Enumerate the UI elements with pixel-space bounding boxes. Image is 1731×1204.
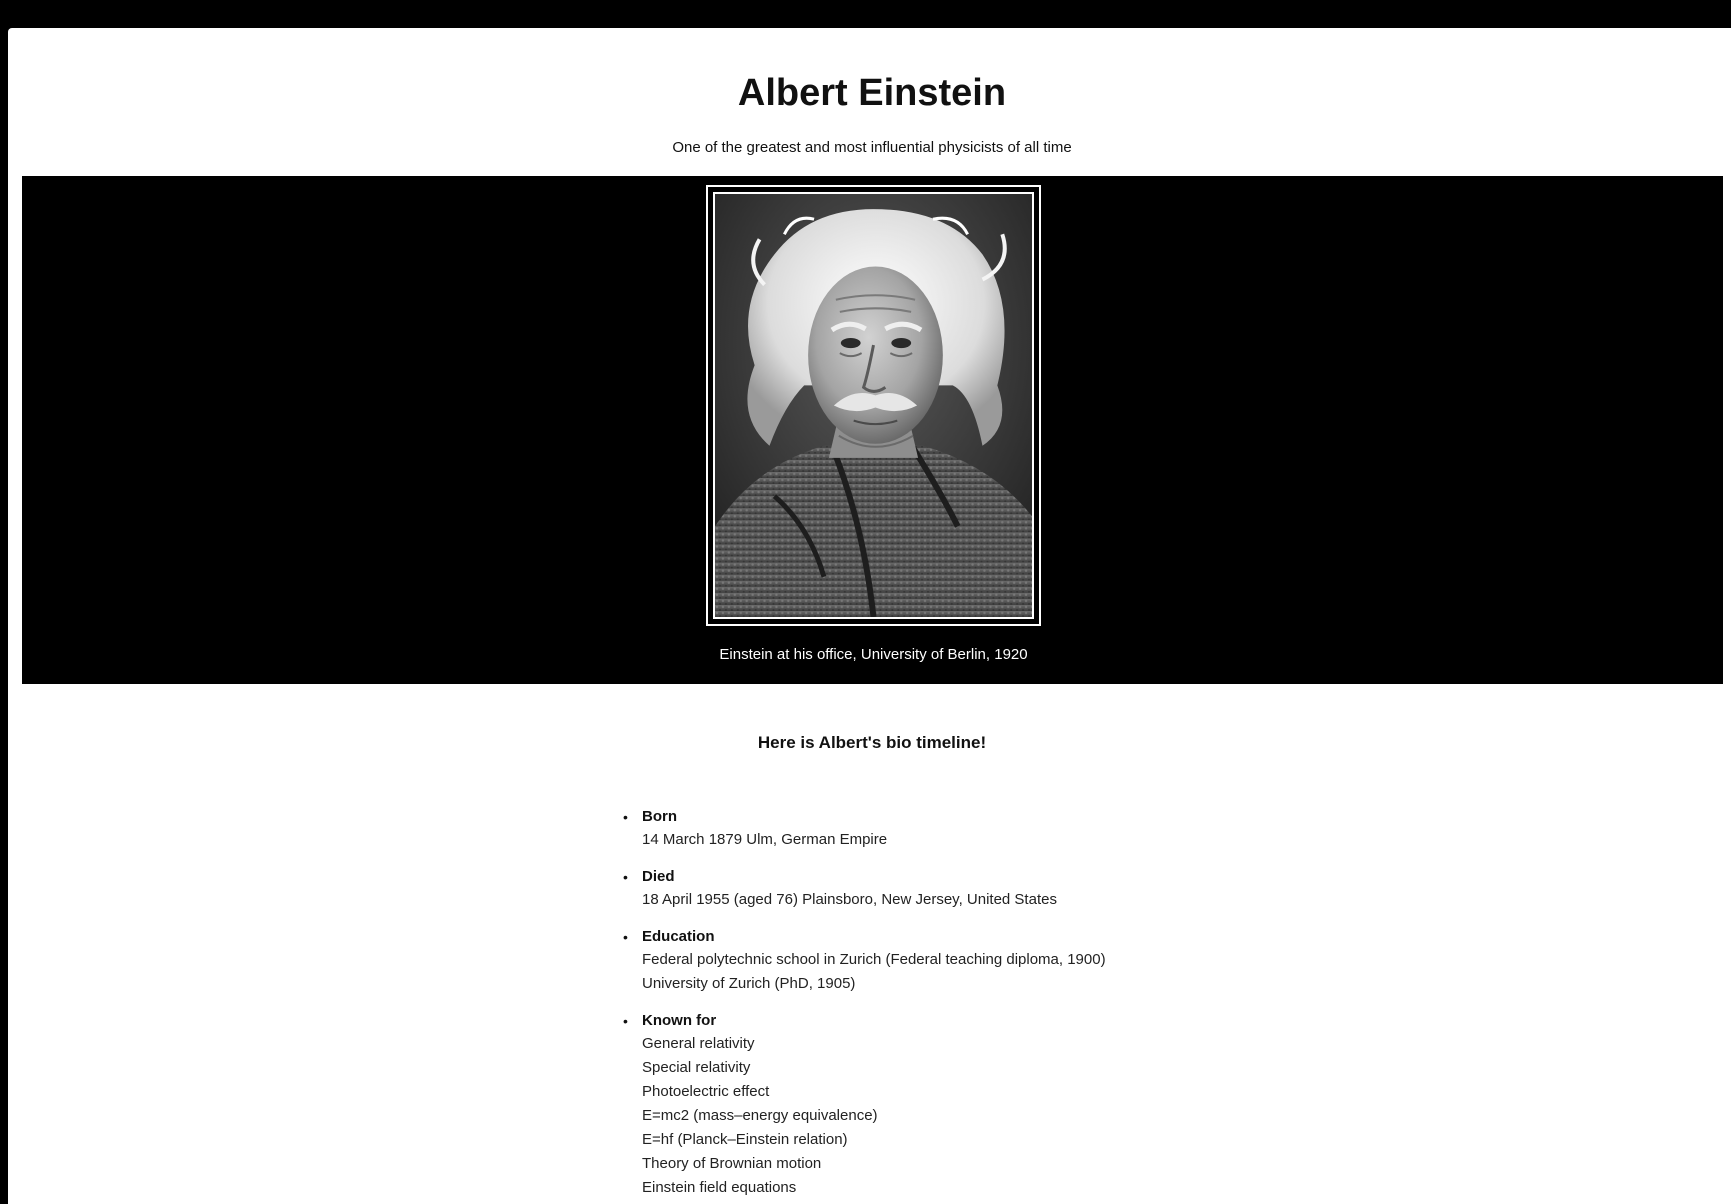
bullet-icon: • [623, 929, 628, 945]
bullet-icon: • [623, 1013, 628, 1029]
timeline-item-died: • Died 18 April 1955 (aged 76) Plainsbor… [617, 866, 1217, 912]
portrait-caption: Einstein at his office, University of Be… [719, 646, 1028, 663]
timeline-item-education: • Education Federal polytechnic school i… [617, 926, 1217, 996]
timeline-label: Education [642, 928, 715, 945]
timeline-detail: Photoelectric effect [642, 1083, 770, 1100]
timeline-item-born: • Born 14 March 1879 Ulm, German Empire [617, 806, 1217, 852]
timeline-item-known-for: • Known for General relativity Special r… [617, 1010, 1217, 1200]
timeline-label: Known for [642, 1012, 717, 1029]
timeline-detail: E=mc2 (mass–energy equivalence) [642, 1107, 878, 1124]
timeline-detail: General relativity [642, 1035, 755, 1052]
bio-timeline: • Born 14 March 1879 Ulm, German Empire … [617, 806, 1217, 1204]
timeline-detail: Theory of Brownian motion [642, 1155, 822, 1172]
bullet-icon: • [623, 809, 628, 825]
page-subtitle: One of the greatest and most influential… [672, 139, 1072, 156]
timeline-detail: Federal polytechnic school in Zurich (Fe… [642, 951, 1106, 968]
portrait-drawing [715, 194, 1032, 617]
bullet-icon: • [623, 869, 628, 885]
window-top-bar [0, 0, 1731, 28]
hero-section: Einstein at his office, University of Be… [22, 176, 1723, 684]
timeline-detail: 18 April 1955 (aged 76) Plainsboro, New … [642, 891, 1057, 908]
timeline-detail: Special relativity [642, 1059, 751, 1076]
timeline-label: Died [642, 868, 675, 885]
timeline-detail: E=hf (Planck–Einstein relation) [642, 1131, 848, 1148]
page-title: Albert Einstein [737, 72, 1007, 114]
timeline-detail: University of Zurich (PhD, 1905) [642, 975, 856, 992]
timeline-heading: Here is Albert's bio timeline! [757, 733, 987, 752]
portrait-image [713, 192, 1034, 619]
timeline-detail: Einstein field equations [642, 1179, 797, 1196]
timeline-detail: 14 March 1879 Ulm, German Empire [642, 831, 888, 848]
timeline-label: Born [642, 808, 677, 825]
portrait-frame [706, 185, 1041, 626]
page-content: Albert Einstein One of the greatest and … [8, 28, 1731, 1204]
